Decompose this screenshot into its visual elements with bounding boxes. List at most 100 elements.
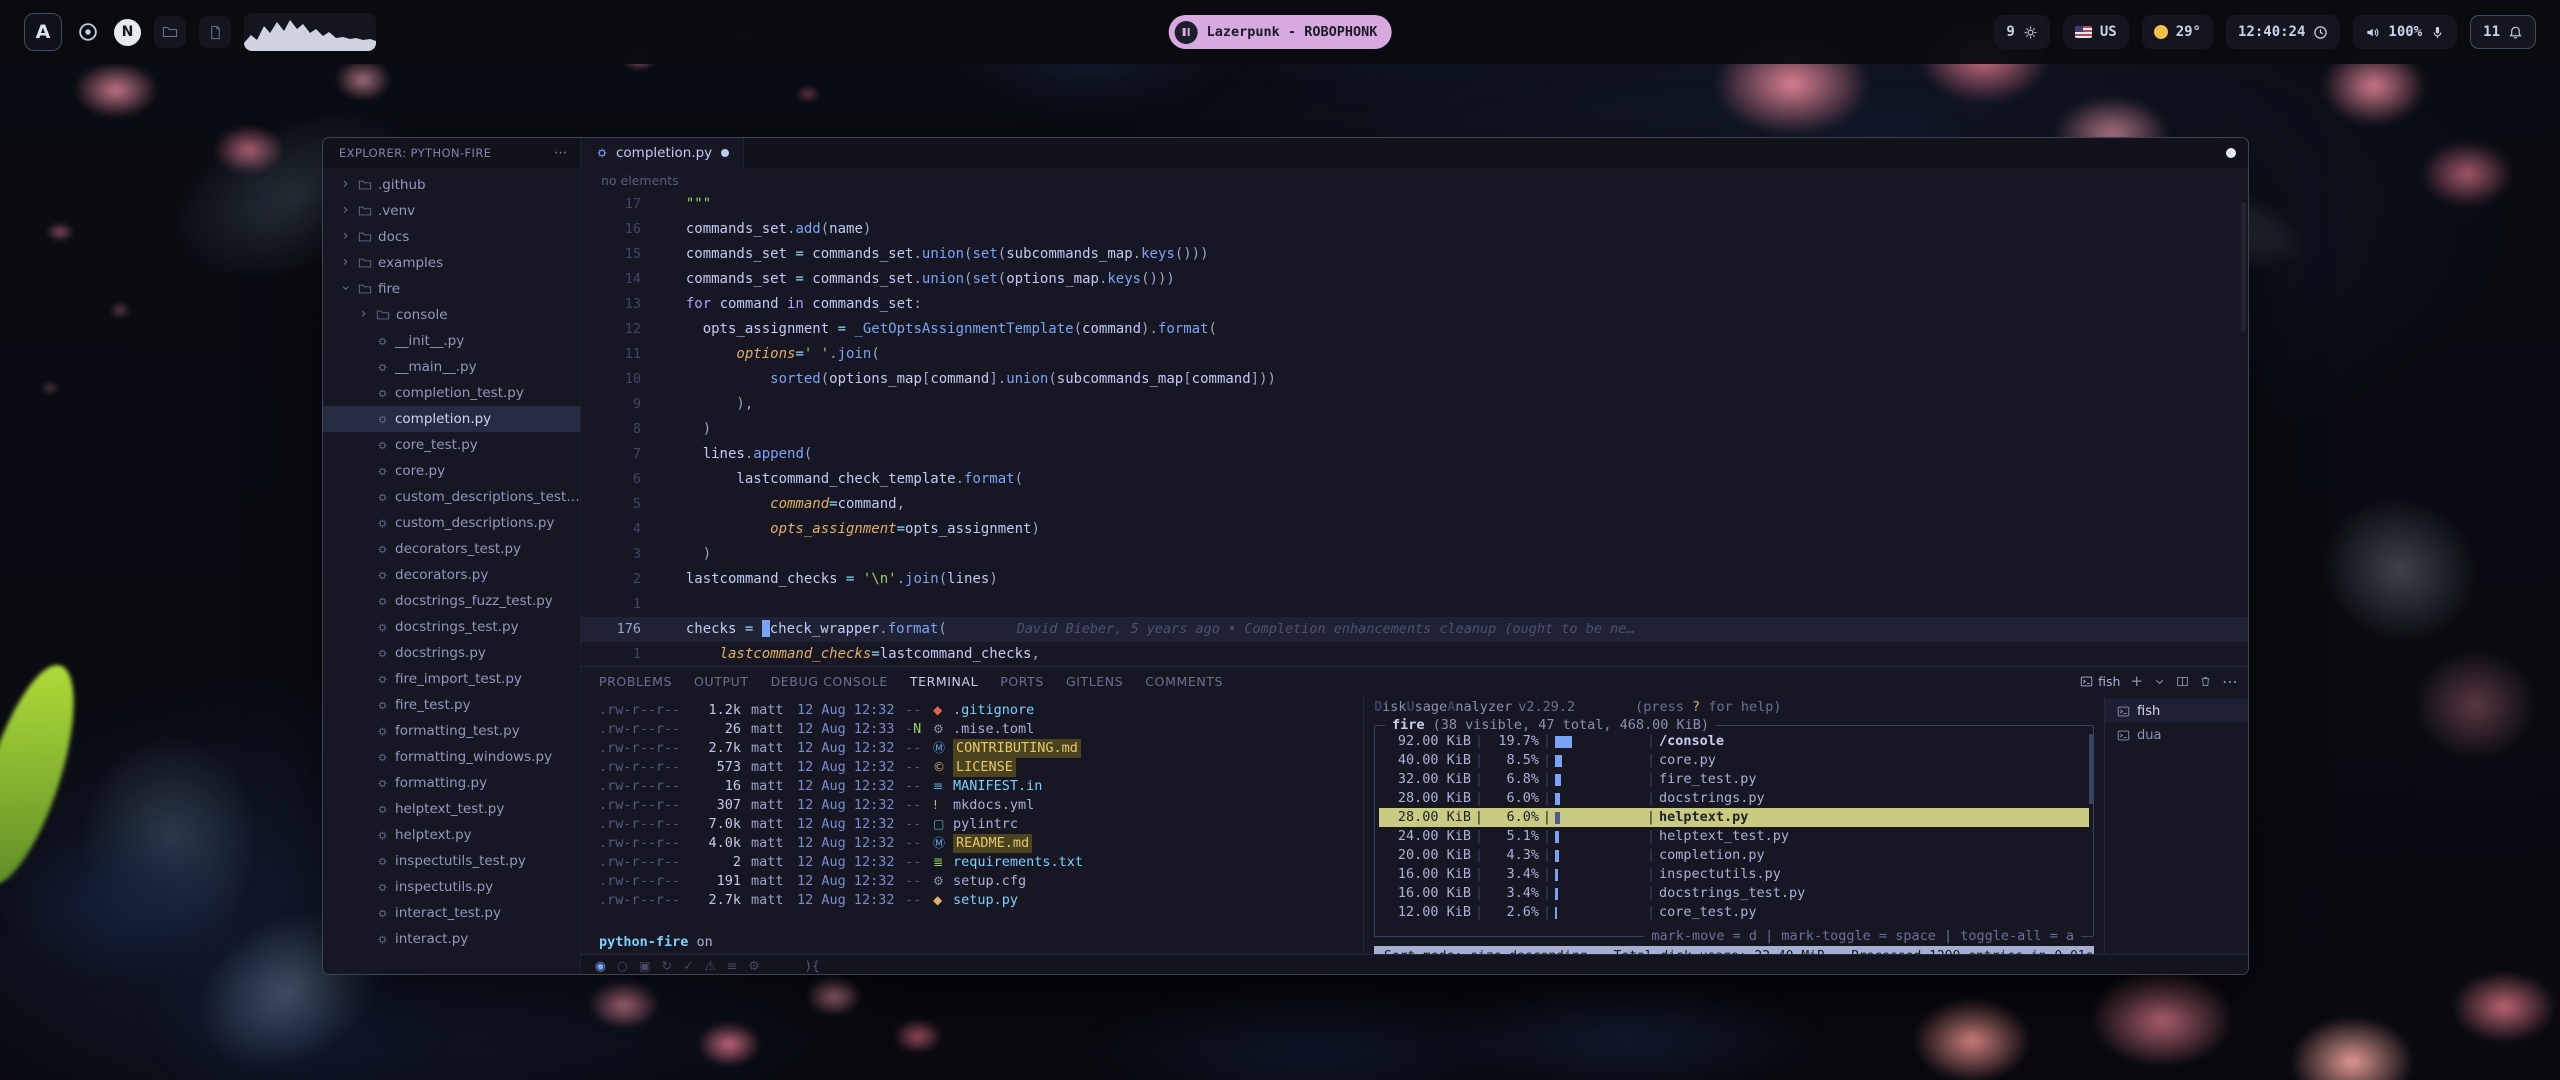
tree-item-__main__.py[interactable]: __main__.py xyxy=(323,354,580,380)
code-line[interactable]: 13for command in commands_set: xyxy=(581,292,2248,317)
tree-item-docstrings.py[interactable]: docstrings.py xyxy=(323,640,580,666)
panel-tab-gitlens[interactable]: GITLENS xyxy=(1066,674,1123,689)
tree-item-examples[interactable]: ›examples xyxy=(323,250,580,276)
tree-item-decorators.py[interactable]: decorators.py xyxy=(323,562,580,588)
tree-item-formatting_windows.py[interactable]: formatting_windows.py xyxy=(323,744,580,770)
tree-item-formatting_test.py[interactable]: formatting_test.py xyxy=(323,718,580,744)
tree-item-completion_test.py[interactable]: completion_test.py xyxy=(323,380,580,406)
statusbar-icon-6[interactable]: ⚠ xyxy=(705,958,716,973)
code-line[interactable]: 4opts_assignment=opts_assignment) xyxy=(581,517,2248,542)
tree-item-core.py[interactable]: core.py xyxy=(323,458,580,484)
chevron-down-icon[interactable] xyxy=(2153,675,2166,688)
split-terminal-icon[interactable] xyxy=(2176,675,2189,688)
tree-item-interact_test.py[interactable]: interact_test.py xyxy=(323,900,580,926)
terminal-session-dua[interactable]: dua xyxy=(2105,723,2248,747)
dua-row[interactable]: 28.00 KiB|6.0%||helptext.py xyxy=(1379,808,2089,827)
new-terminal-button[interactable]: + xyxy=(2130,672,2143,690)
target-icon[interactable] xyxy=(75,19,101,45)
statusbar-icon-2[interactable]: ○ xyxy=(617,958,628,973)
terminal-session-fish[interactable]: fish xyxy=(2105,699,2248,723)
tree-item-.venv[interactable]: ›.venv xyxy=(323,198,580,224)
tree-item-interact.py[interactable]: interact.py xyxy=(323,926,580,952)
statusbar-icon-3[interactable]: ▣ xyxy=(639,958,651,973)
tree-item-formatting.py[interactable]: formatting.py xyxy=(323,770,580,796)
dua-row[interactable]: 40.00 KiB|8.5%||core.py xyxy=(1379,751,2089,770)
statusbar-icon-1[interactable]: ◉ xyxy=(595,958,606,973)
code-line[interactable]: 1lastcommand_checks=lastcommand_checks, xyxy=(581,642,2248,666)
window-indicator-dot[interactable] xyxy=(2226,148,2236,158)
code-line[interactable]: 6lastcommand_check_template.format( xyxy=(581,467,2248,492)
panel-tab-terminal[interactable]: TERMINAL xyxy=(910,674,978,689)
tree-item-custom_descriptions_test.py[interactable]: custom_descriptions_test.py xyxy=(323,484,580,510)
kill-terminal-icon[interactable] xyxy=(2199,675,2212,688)
code-line[interactable]: 8) xyxy=(581,417,2248,442)
code-line[interactable]: 11options=' '.join( xyxy=(581,342,2248,367)
editor-scrollbar[interactable] xyxy=(2241,202,2246,332)
updates-indicator[interactable]: 9 xyxy=(1994,15,2049,49)
dua-row[interactable]: 16.00 KiB|3.4%||docstrings_test.py xyxy=(1379,884,2089,903)
statusbar-icon-4[interactable]: ↻ xyxy=(662,958,672,973)
tree-item-helptext.py[interactable]: helptext.py xyxy=(323,822,580,848)
tree-item-docstrings_test.py[interactable]: docstrings_test.py xyxy=(323,614,580,640)
tree-item-console[interactable]: ›console xyxy=(323,302,580,328)
tree-item-completion.py[interactable]: completion.py xyxy=(323,406,580,432)
code-editor[interactable]: 17"""16commands_set.add(name)15commands_… xyxy=(581,192,2248,666)
system-graph-widget[interactable] xyxy=(244,13,376,51)
code-line[interactable]: 16commands_set.add(name) xyxy=(581,217,2248,242)
panel-more-icon[interactable]: ⋯ xyxy=(2222,672,2238,691)
tab-completion-py[interactable]: completion.py xyxy=(581,138,744,168)
keyboard-layout-indicator[interactable]: US xyxy=(2063,15,2129,49)
tree-item-decorators_test.py[interactable]: decorators_test.py xyxy=(323,536,580,562)
tree-item-fire[interactable]: ›fire xyxy=(323,276,580,302)
dua-row[interactable]: 28.00 KiB|6.0%||docstrings.py xyxy=(1379,789,2089,808)
tree-item-helptext_test.py[interactable]: helptext_test.py xyxy=(323,796,580,822)
disk-usage-pane[interactable]: Disk Usage Analyzer v2.29.2 (press ? for… xyxy=(1364,695,2104,954)
dua-row[interactable]: 12.00 KiB|2.6%||core_test.py xyxy=(1379,903,2089,922)
code-line[interactable]: 1 xyxy=(581,592,2248,617)
code-line[interactable]: 176checks = check_wrapper.format(David B… xyxy=(581,617,2248,642)
panel-tab-output[interactable]: OUTPUT xyxy=(694,674,749,689)
tree-item-inspectutils.py[interactable]: inspectutils.py xyxy=(323,874,580,900)
tree-item-fire_test.py[interactable]: fire_test.py xyxy=(323,692,580,718)
tree-item-inspectutils_test.py[interactable]: inspectutils_test.py xyxy=(323,848,580,874)
tree-item-custom_descriptions.py[interactable]: custom_descriptions.py xyxy=(323,510,580,536)
explorer-header[interactable]: EXPLORER: PYTHON-FIRE ⋯ xyxy=(323,138,581,168)
code-line[interactable]: 2lastcommand_checks = '\n'.join(lines) xyxy=(581,567,2248,592)
statusbar-icon-5[interactable]: ✓ xyxy=(683,958,693,973)
code-line[interactable]: 14commands_set = commands_set.union(set(… xyxy=(581,267,2248,292)
panel-tab-problems[interactable]: PROBLEMS xyxy=(599,674,672,689)
app-launcher-button[interactable]: A xyxy=(24,13,62,51)
document-button[interactable] xyxy=(199,16,231,48)
code-line[interactable]: 10sorted(options_map[command].union(subc… xyxy=(581,367,2248,392)
tree-item-docs[interactable]: ›docs xyxy=(323,224,580,250)
tree-item-fire_import_test.py[interactable]: fire_import_test.py xyxy=(323,666,580,692)
panel-tab-ports[interactable]: PORTS xyxy=(1000,674,1044,689)
panel-tab-debug-console[interactable]: DEBUG CONSOLE xyxy=(771,674,888,689)
explorer-more-icon[interactable]: ⋯ xyxy=(554,145,568,161)
volume-widget[interactable]: 100% xyxy=(2353,15,2457,49)
dua-row[interactable]: 16.00 KiB|3.4%||inspectutils.py xyxy=(1379,865,2089,884)
clock-widget[interactable]: 12:40:24 xyxy=(2226,15,2340,49)
breadcrumb[interactable]: no elements xyxy=(581,168,2248,192)
notifications-indicator[interactable]: 11 xyxy=(2470,15,2536,49)
file-manager-button[interactable] xyxy=(154,16,186,48)
dua-row[interactable]: 32.00 KiB|6.8%||fire_test.py xyxy=(1379,770,2089,789)
tree-item-docstrings_fuzz_test.py[interactable]: docstrings_fuzz_test.py xyxy=(323,588,580,614)
terminal-pane[interactable]: .rw-r--r--1.2kmatt12 Aug 12:32--◆.gitign… xyxy=(581,695,1363,954)
weather-widget[interactable]: 29° xyxy=(2142,15,2213,49)
dua-row[interactable]: 24.00 KiB|5.1%||helptext_test.py xyxy=(1379,827,2089,846)
tree-item-.github[interactable]: ›.github xyxy=(323,172,580,198)
code-line[interactable]: 5command=command, xyxy=(581,492,2248,517)
tree-item-core_test.py[interactable]: core_test.py xyxy=(323,432,580,458)
code-line[interactable]: 3) xyxy=(581,542,2248,567)
now-playing-widget[interactable]: Lazerpunk - ROBOPHONK xyxy=(1169,15,1392,49)
tree-item-__init__.py[interactable]: __init__.py xyxy=(323,328,580,354)
dua-row[interactable]: 20.00 KiB|4.3%||completion.py xyxy=(1379,846,2089,865)
code-line[interactable]: 17""" xyxy=(581,192,2248,217)
modified-dot-icon[interactable] xyxy=(721,149,729,157)
statusbar-icon-8[interactable]: ⚙ xyxy=(748,958,759,973)
code-line[interactable]: 7lines.append( xyxy=(581,442,2248,467)
terminal-profile-label[interactable]: fish xyxy=(2080,674,2120,689)
dua-scrollbar[interactable] xyxy=(2089,734,2093,804)
code-line[interactable]: 15commands_set = commands_set.union(set(… xyxy=(581,242,2248,267)
